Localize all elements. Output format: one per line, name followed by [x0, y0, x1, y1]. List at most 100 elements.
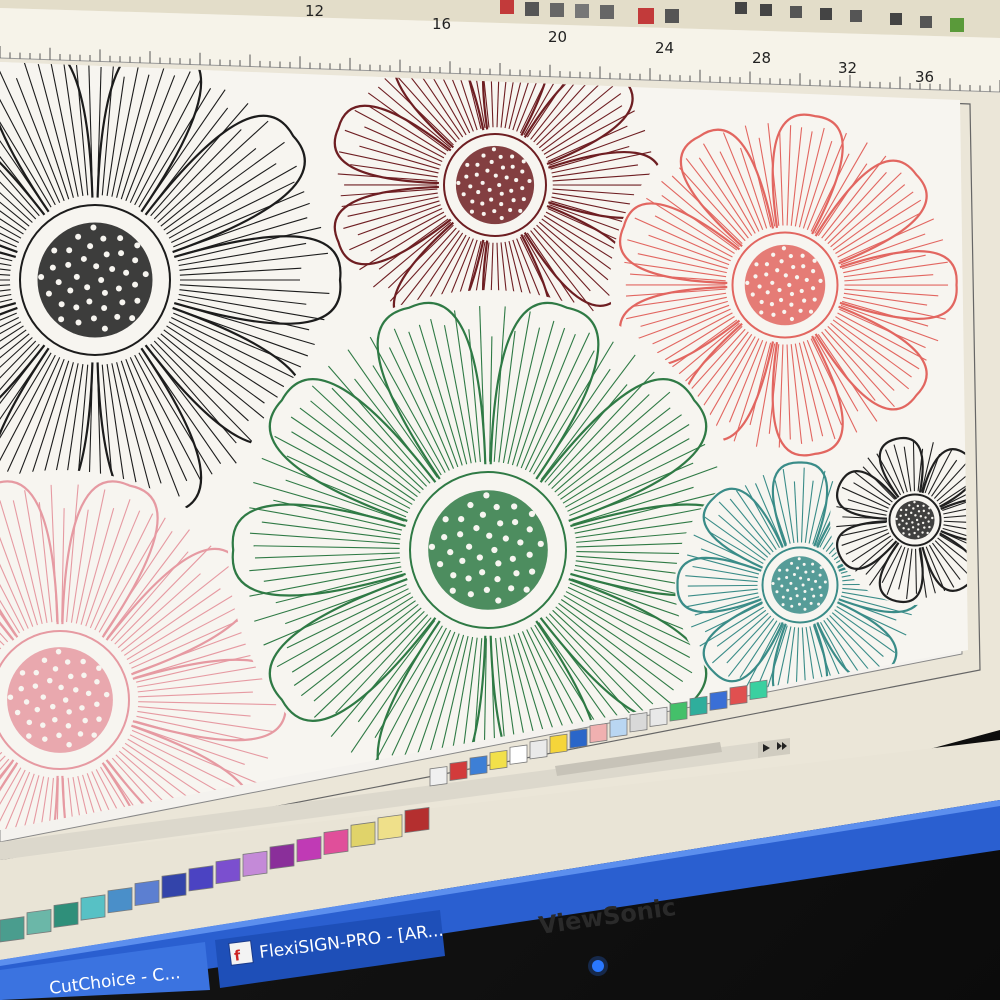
- ruler-label: 12: [305, 2, 324, 20]
- tool-icon[interactable]: [575, 4, 589, 18]
- center-speck: [520, 169, 525, 174]
- palette-swatch[interactable]: [80, 894, 106, 921]
- center-speck: [510, 154, 515, 159]
- center-speck: [101, 305, 108, 312]
- tool-icon[interactable]: [600, 5, 614, 19]
- center-speck: [469, 209, 474, 214]
- tool-icon[interactable]: [850, 10, 862, 22]
- center-speck: [67, 287, 74, 294]
- center-speck: [796, 566, 800, 570]
- center-speck: [100, 235, 107, 242]
- center-speck: [73, 304, 80, 311]
- center-speck: [82, 717, 88, 724]
- tool-icon[interactable]: [550, 3, 564, 17]
- palette-swatch[interactable]: [107, 887, 133, 914]
- palette-swatch[interactable]: [629, 712, 648, 733]
- center-speck: [467, 591, 474, 598]
- palette-swatch[interactable]: [215, 857, 241, 885]
- palette-swatch[interactable]: [323, 828, 349, 855]
- palette-swatch[interactable]: [749, 679, 768, 700]
- tool-icon[interactable]: [920, 16, 932, 28]
- palette-swatch[interactable]: [429, 766, 448, 787]
- palette-swatch[interactable]: [649, 706, 668, 727]
- center-speck: [58, 316, 65, 323]
- center-speck: [495, 560, 502, 567]
- center-speck: [101, 325, 108, 332]
- center-speck: [96, 665, 102, 671]
- palette-swatch[interactable]: [296, 836, 322, 863]
- tool-icon[interactable]: [890, 13, 902, 25]
- center-speck: [812, 258, 817, 263]
- tool-icon[interactable]: [665, 9, 679, 23]
- palette-swatch[interactable]: [53, 901, 79, 928]
- palette-swatch[interactable]: [509, 744, 528, 765]
- center-speck: [465, 162, 470, 167]
- palette-swatch[interactable]: [469, 755, 488, 776]
- center-speck: [801, 583, 805, 587]
- center-speck: [479, 569, 486, 576]
- center-speck: [794, 587, 798, 591]
- palette-swatch[interactable]: [188, 865, 214, 892]
- center-speck: [528, 510, 536, 518]
- center-speck: [789, 581, 793, 585]
- center-speck: [811, 269, 816, 274]
- center-speck: [898, 523, 901, 526]
- palette-swatch[interactable]: [549, 733, 568, 754]
- palette-swatch[interactable]: [350, 821, 376, 848]
- palette-swatch[interactable]: [377, 814, 403, 841]
- palette-swatch[interactable]: [0, 916, 25, 943]
- center-speck: [802, 298, 807, 303]
- center-speck: [778, 297, 784, 303]
- palette-swatch[interactable]: [161, 872, 187, 899]
- tool-icon[interactable]: [500, 0, 514, 14]
- tool-icon[interactable]: [525, 2, 539, 16]
- tool-icon[interactable]: [638, 8, 654, 24]
- palette-swatch[interactable]: [569, 728, 588, 749]
- center-speck: [64, 659, 71, 665]
- center-speck: [528, 568, 536, 575]
- palette-swatch[interactable]: [404, 806, 430, 834]
- center-speck: [818, 585, 822, 589]
- center-speck: [94, 701, 100, 707]
- palette-swatch[interactable]: [589, 722, 608, 744]
- center-speck: [42, 736, 48, 742]
- center-speck: [447, 549, 454, 556]
- tool-icon[interactable]: [950, 18, 964, 32]
- center-speck: [764, 262, 770, 267]
- center-speck: [129, 315, 136, 322]
- palette-swatch[interactable]: [689, 695, 708, 717]
- center-speck: [803, 597, 807, 601]
- palette-swatch[interactable]: [242, 850, 268, 877]
- center-speck: [457, 531, 464, 538]
- palette-swatch[interactable]: [729, 685, 748, 706]
- palette-swatch[interactable]: [609, 717, 628, 738]
- center-speck: [780, 584, 784, 588]
- tool-icon[interactable]: [790, 6, 802, 18]
- tool-icon[interactable]: [820, 8, 832, 20]
- center-speck: [775, 268, 780, 273]
- palette-swatch[interactable]: [669, 701, 688, 722]
- palette-swatch[interactable]: [269, 843, 295, 870]
- center-speck: [52, 666, 59, 672]
- palette-swatch[interactable]: [134, 879, 160, 907]
- center-speck: [510, 164, 515, 169]
- tool-icon[interactable]: [735, 2, 747, 14]
- center-speck: [73, 687, 79, 693]
- center-speck: [927, 520, 930, 523]
- center-speck: [476, 190, 481, 195]
- palette-swatch[interactable]: [26, 909, 52, 936]
- center-speck: [811, 562, 815, 566]
- center-speck: [819, 566, 823, 570]
- palette-swatch[interactable]: [529, 739, 548, 760]
- center-speck: [810, 286, 816, 291]
- tool-icon[interactable]: [760, 4, 772, 16]
- center-speck: [814, 579, 818, 583]
- palette-swatch[interactable]: [709, 690, 728, 711]
- palette-swatch[interactable]: [449, 760, 468, 781]
- center-speck: [461, 192, 466, 197]
- center-speck: [818, 573, 822, 577]
- center-speck: [483, 492, 490, 499]
- center-speck: [789, 302, 794, 307]
- center-speck: [117, 235, 124, 242]
- palette-swatch[interactable]: [489, 749, 508, 771]
